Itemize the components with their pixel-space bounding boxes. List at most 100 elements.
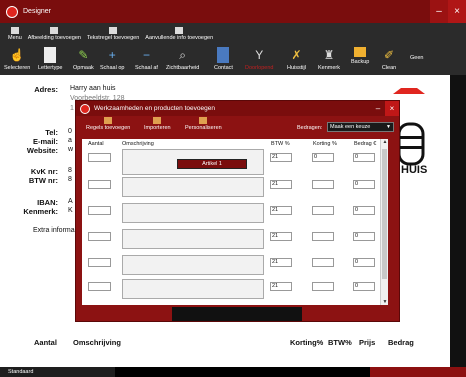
personaliseren-button[interactable]: Personaliseren — [185, 117, 222, 131]
window-title: Designer — [23, 8, 52, 15]
row-1-aantal[interactable] — [88, 180, 111, 189]
row-3-bedrag[interactable]: 0 — [353, 232, 375, 241]
row-1-korting[interactable] — [312, 180, 334, 189]
col-bedrag: Bedrag € — [354, 141, 377, 147]
tool-contact[interactable]: Contact — [214, 47, 233, 71]
minimize-button[interactable]: – — [430, 0, 448, 23]
pen-icon: ✎ — [78, 48, 89, 62]
bedragen-label: Bedragen: — [297, 125, 323, 131]
tool-kenmerk[interactable]: ♜ Kenmerk — [318, 47, 340, 71]
add-image-button[interactable]: Afbeelding toevoegen — [28, 27, 81, 41]
tool-huisstijl[interactable]: ✗ Huisstijl — [287, 47, 306, 71]
folder-icon — [354, 47, 367, 57]
row-2-aantal[interactable] — [88, 206, 111, 215]
close-button[interactable]: × — [448, 0, 466, 23]
dialog-title-bar: Werkzaamheden en producten toevoegen – × — [76, 101, 399, 116]
row-5-omschrijving[interactable] — [122, 279, 264, 299]
email-label: E-mail: — [32, 137, 58, 146]
adres-line3: 1 — [70, 105, 74, 112]
tool-opmaak[interactable]: ✎ Opmaak — [73, 47, 94, 71]
row-0-aantal[interactable] — [88, 153, 111, 162]
row-2-btw[interactable]: 21 — [270, 206, 292, 215]
tool-selecteren[interactable]: ☝ Selecteren — [4, 47, 30, 71]
dialog-minimize-button[interactable]: – — [371, 101, 385, 116]
col-korting: Korting % — [313, 141, 337, 147]
dialog-title: Werkzaamheden en producten toevoegen — [94, 105, 215, 112]
email-value: a — [68, 137, 72, 144]
info-icon — [175, 27, 184, 34]
row-3-korting[interactable] — [312, 232, 334, 241]
kenmerk-label: Kenmerk: — [23, 207, 58, 216]
dialog-logo-icon — [80, 103, 90, 114]
row-5-aantal[interactable] — [88, 282, 111, 291]
logo-text: HUIS — [401, 164, 428, 176]
row-4-aantal[interactable] — [88, 258, 111, 267]
row-4-bedrag[interactable]: 0 — [353, 258, 375, 267]
add-items-dialog: Werkzaamheden en producten toevoegen – ×… — [75, 100, 400, 322]
row-4-omschrijving[interactable] — [122, 255, 264, 275]
importeren-button[interactable]: Importeren — [144, 117, 171, 131]
tool-lettertype[interactable]: Lettertype — [38, 47, 62, 71]
footer-korting: Korting% — [290, 338, 324, 347]
footer-bedrag: Bedrag — [388, 338, 414, 347]
row-0-bedrag[interactable]: 0 — [353, 153, 375, 162]
regels-toevoegen-button[interactable]: Regels toevoegen — [86, 117, 130, 131]
btw-label: BTW nr: — [28, 176, 58, 185]
row-0-korting[interactable]: 0 — [312, 153, 334, 162]
menu-button[interactable]: Menu — [8, 27, 22, 41]
plus-icon: + — [108, 48, 116, 62]
tool-backup[interactable]: Backup — [351, 47, 369, 65]
palette-icon: ✗ — [291, 48, 302, 62]
footer-prijs: Prijs — [359, 338, 376, 347]
dialog-scrollbar[interactable]: ▲ ▼ — [380, 139, 388, 305]
website-label: Website: — [26, 146, 58, 155]
row-5-bedrag[interactable]: 0 — [353, 282, 375, 291]
tool-geen[interactable]: Geen — [410, 55, 423, 61]
row-5-btw[interactable]: 21 — [270, 282, 292, 291]
iban-value: A — [68, 198, 73, 205]
scroll-up-icon[interactable]: ▲ — [381, 139, 389, 145]
menu-icon — [10, 27, 19, 34]
row-5-korting[interactable] — [312, 282, 334, 291]
website-value: w — [68, 146, 74, 153]
personalize-icon — [199, 117, 208, 124]
scroll-down-icon[interactable]: ▼ — [381, 299, 389, 305]
import-icon — [153, 117, 162, 124]
tool-schaal-af[interactable]: − Schaal af — [135, 47, 158, 71]
tool-schaal-op[interactable]: + Schaal op — [100, 47, 124, 71]
tool-clean[interactable]: ✐ Clean — [381, 47, 397, 71]
main-scrollbar[interactable] — [450, 75, 466, 367]
add-rows-icon — [104, 117, 113, 124]
dialog-ok-area[interactable] — [172, 307, 302, 321]
row-1-omschrijving[interactable] — [122, 177, 264, 197]
artikel-dropdown-item[interactable]: Artikel 1 — [177, 159, 247, 169]
row-2-omschrijving[interactable] — [122, 203, 264, 223]
row-2-bedrag[interactable]: 0 — [353, 206, 375, 215]
row-3-aantal[interactable] — [88, 232, 111, 241]
bedragen-select[interactable]: Maak een keuze ▼ — [327, 122, 394, 132]
row-3-btw[interactable]: 21 — [270, 232, 292, 241]
row-3-omschrijving[interactable] — [122, 229, 264, 249]
app-logo-icon — [6, 5, 18, 18]
tel-label: Tel: — [45, 128, 58, 137]
broom-icon: ✐ — [383, 48, 395, 62]
col-aantal: Aantal — [88, 141, 104, 147]
kvk-value: 8 — [68, 167, 72, 174]
adres-label: Adres: — [34, 85, 58, 94]
row-1-btw[interactable]: 21 — [270, 180, 292, 189]
row-4-korting[interactable] — [312, 258, 334, 267]
add-info-button[interactable]: Aanvullende info toevoegen — [145, 27, 213, 41]
row-1-bedrag[interactable]: 0 — [353, 180, 375, 189]
extra-info-text: Extra informa — [33, 227, 75, 234]
scroll-thumb[interactable] — [382, 149, 387, 279]
row-4-btw[interactable]: 21 — [270, 258, 292, 267]
chevron-down-icon: ▼ — [386, 124, 391, 130]
tool-doorlopend[interactable]: Y Doorlopend — [245, 47, 273, 71]
col-btw: BTW % — [271, 141, 290, 147]
row-0-btw[interactable]: 21 — [270, 153, 292, 162]
footer-aantal: Aantal — [34, 338, 57, 347]
tool-zichtbaarheid[interactable]: ⌕ Zichtbaarheid — [166, 47, 199, 72]
row-2-korting[interactable] — [312, 206, 334, 215]
add-textline-button[interactable]: Tekstregel toevoegen — [87, 27, 139, 41]
dialog-close-button[interactable]: × — [385, 101, 399, 116]
